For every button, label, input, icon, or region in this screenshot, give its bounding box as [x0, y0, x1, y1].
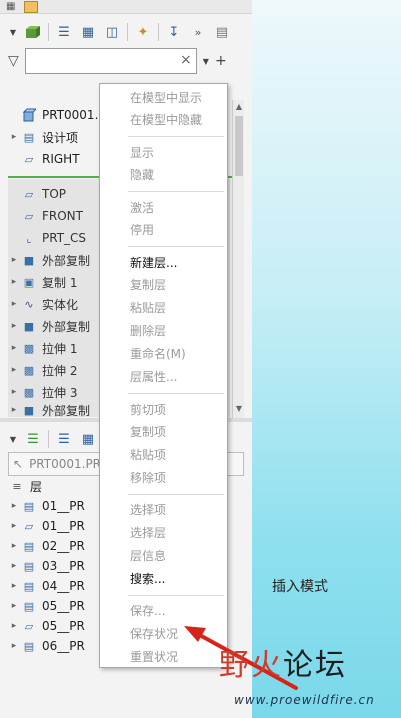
watermark-url: www.proewildfire.cn — [234, 693, 375, 707]
watermark-red-text: 野火 — [219, 648, 283, 683]
watermark-black-text: 论坛 — [283, 648, 347, 683]
annotation-arrow-icon — [184, 626, 298, 690]
forum-watermark: 野火论坛 — [219, 640, 347, 684]
